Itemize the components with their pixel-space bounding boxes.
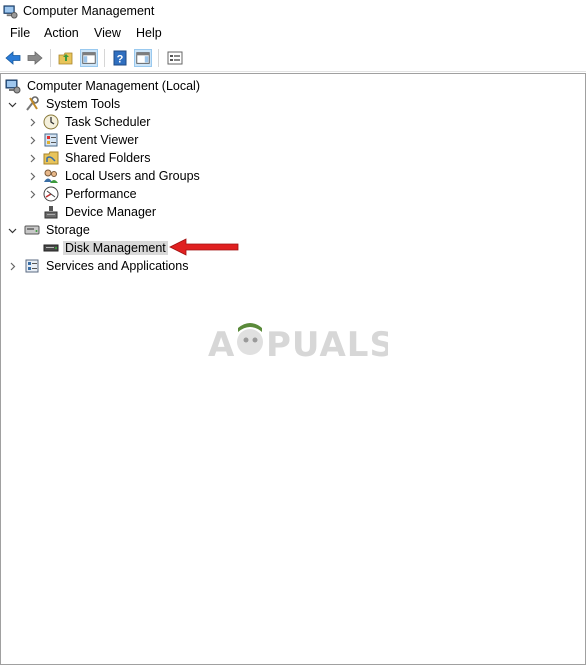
chevron-down-icon[interactable] xyxy=(7,95,17,113)
device-manager-icon xyxy=(44,206,58,219)
tree-item-shared-folders[interactable]: Shared Folders xyxy=(27,149,152,167)
clock-icon xyxy=(43,114,59,130)
users-icon xyxy=(44,169,58,183)
toolbar-separator xyxy=(158,49,159,67)
menu-help[interactable]: Help xyxy=(136,26,162,40)
appuals-watermark-logo: A PUALS xyxy=(208,323,388,364)
tree-item-event-viewer[interactable]: Event Viewer xyxy=(27,131,140,149)
red-arrow-annotation xyxy=(169,238,239,256)
console-tree: Computer Management (Local) System Tools… xyxy=(0,73,586,665)
shared-folder-icon xyxy=(43,151,59,165)
help-icon[interactable]: ? xyxy=(111,49,129,67)
chevron-right-icon[interactable] xyxy=(27,149,37,167)
up-folder-icon[interactable] xyxy=(57,49,75,67)
tree-item-performance[interactable]: Performance xyxy=(27,185,139,203)
tree-item-label: System Tools xyxy=(46,97,121,111)
tree-item-system-tools[interactable]: System Tools xyxy=(7,95,122,113)
performance-icon xyxy=(43,186,59,202)
tree-item-services-and-applications[interactable]: Services and Applications xyxy=(7,257,190,275)
title-bar: Computer Management xyxy=(0,0,586,24)
toolbar: ? xyxy=(0,45,586,72)
tree-item-disk-management[interactable]: Disk Management xyxy=(43,239,168,257)
tree-item-task-scheduler[interactable]: Task Scheduler xyxy=(27,113,152,131)
svg-text:A: A xyxy=(208,325,235,364)
storage-icon xyxy=(24,225,40,235)
chevron-right-icon[interactable] xyxy=(27,167,37,185)
event-viewer-icon xyxy=(44,133,58,147)
computer-management-icon xyxy=(3,5,18,19)
tree-item-label: Shared Folders xyxy=(65,151,151,165)
svg-text:?: ? xyxy=(117,54,124,66)
menu-view[interactable]: View xyxy=(94,26,121,40)
chevron-right-icon[interactable] xyxy=(27,185,37,203)
services-icon xyxy=(25,259,39,273)
forward-icon[interactable] xyxy=(26,49,44,67)
back-icon[interactable] xyxy=(4,49,22,67)
tree-item-computer-management[interactable]: Computer Management (Local) xyxy=(5,77,202,95)
tree-item-label: Computer Management (Local) xyxy=(27,79,200,93)
tree-item-device-manager[interactable]: Device Manager xyxy=(43,203,158,221)
toolbar-separator xyxy=(104,49,105,67)
tools-icon xyxy=(26,96,39,111)
tree-item-storage[interactable]: Storage xyxy=(7,221,92,239)
chevron-right-icon[interactable] xyxy=(7,257,17,275)
menu-file[interactable]: File xyxy=(10,26,30,40)
tree-item-local-users-and-groups[interactable]: Local Users and Groups xyxy=(27,167,202,185)
toolbar-separator xyxy=(50,49,51,67)
chevron-down-icon[interactable] xyxy=(7,221,17,239)
tree-item-label: Device Manager xyxy=(65,205,157,219)
tree-item-label: Local Users and Groups xyxy=(65,169,200,183)
tree-item-label: Storage xyxy=(46,223,90,237)
menu-bar: File Action View Help xyxy=(0,24,586,44)
menu-action[interactable]: Action xyxy=(44,26,79,40)
properties-icon[interactable] xyxy=(166,49,184,67)
chevron-right-icon[interactable] xyxy=(27,113,37,131)
tree-item-label: Services and Applications xyxy=(46,259,189,273)
tree-item-label: Disk Management xyxy=(63,241,168,255)
disk-management-icon xyxy=(43,244,59,252)
computer-management-icon xyxy=(5,79,21,94)
tree-item-label: Task Scheduler xyxy=(65,115,151,129)
svg-text:PUALS: PUALS xyxy=(266,325,388,364)
show-hide-console-tree-icon[interactable] xyxy=(80,49,98,67)
tree-item-label: Event Viewer xyxy=(65,133,139,147)
show-hide-action-pane-icon[interactable] xyxy=(134,49,152,67)
tree-item-label: Performance xyxy=(65,187,137,201)
window-title: Computer Management xyxy=(23,4,155,18)
chevron-right-icon[interactable] xyxy=(27,131,37,149)
